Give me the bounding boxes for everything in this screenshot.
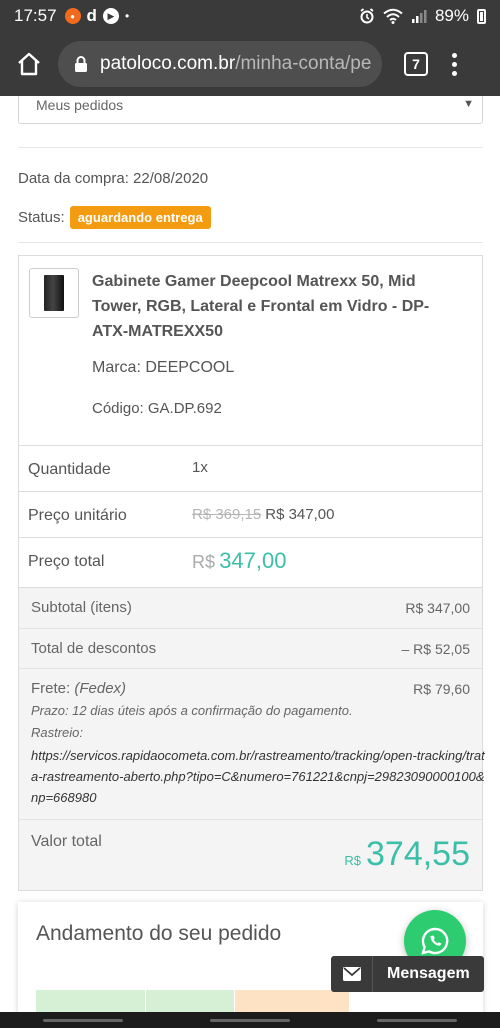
product-item: Gabinete Gamer Deepcool Matrexx 50, Mid … xyxy=(19,256,482,447)
freight-value: R$ 79,60 xyxy=(413,681,470,697)
home-button[interactable] xyxy=(0,52,58,76)
quantity-label: Quantidade xyxy=(28,461,111,478)
browser-toolbar: patoloco.com.br/minha-conta/pe 7 xyxy=(0,32,500,96)
status-bar: 17:57 ● d ▶ • 89% xyxy=(0,0,500,32)
quantity-row: Quantidade 1x xyxy=(19,445,482,491)
freight-carrier: (Fedex) xyxy=(74,680,127,697)
total-price-amount: 347,00 xyxy=(219,548,287,573)
progress-step xyxy=(146,990,235,1012)
battery-percent: 89% xyxy=(434,6,469,25)
purchase-date: Data da compra: 22/08/2020 xyxy=(18,170,209,187)
unit-price-new: R$ 347,00 xyxy=(265,506,335,523)
nav-back-button[interactable] xyxy=(376,1018,457,1022)
product-image[interactable] xyxy=(29,268,79,318)
battery-icon xyxy=(477,8,486,24)
whatsapp-icon xyxy=(421,927,449,955)
divider xyxy=(18,242,483,243)
url-host: patoloco.com.br xyxy=(100,53,236,74)
clock: 17:57 xyxy=(14,6,57,25)
status-badge: aguardando entrega xyxy=(69,206,211,229)
grand-total-label: Valor total xyxy=(31,833,102,850)
d-notification-icon: d xyxy=(86,6,97,25)
total-price-row: Preço total R$ 347,00 xyxy=(19,537,482,587)
address-bar[interactable]: patoloco.com.br/minha-conta/pe xyxy=(58,41,382,87)
discount-label: Total de descontos xyxy=(31,640,157,657)
freight-row: Frete: (Fedex) R$ 79,60 Prazo: 12 dias ú… xyxy=(19,669,485,820)
freight-label: Frete: (Fedex) xyxy=(31,680,127,697)
select-value: Meus pedidos xyxy=(36,97,124,113)
tracking-label: Rastreio: xyxy=(31,725,84,740)
unit-price-row: Preço unitário R$ 369,15 R$ 347,00 xyxy=(19,491,482,537)
message-button[interactable]: Mensagem xyxy=(331,956,484,992)
account-section-select[interactable]: Meus pedidos ▼ xyxy=(18,96,483,124)
unit-price-old: R$ 369,15 xyxy=(192,506,262,523)
order-summary: Subtotal (itens) R$ 347,00 Total de desc… xyxy=(19,587,485,890)
envelope-icon xyxy=(331,956,373,992)
page-content: Meus pedidos ▼ Data da compra: 22/08/202… xyxy=(0,96,500,1012)
more-notifications-icon: • xyxy=(124,9,130,23)
progress-steps xyxy=(36,990,464,1012)
wifi-icon xyxy=(383,8,403,24)
progress-title: Andamento do seu pedido xyxy=(36,922,282,945)
total-price-value: R$ 347,00 xyxy=(192,548,286,574)
system-nav-bar xyxy=(0,1012,500,1028)
discount-value: – R$ 52,05 xyxy=(401,641,471,657)
subtotal-value: R$ 347,00 xyxy=(405,600,470,616)
grand-total-value: R$ 374,55 xyxy=(344,835,470,874)
quantity-value: 1x xyxy=(192,459,208,476)
grand-total-currency: R$ xyxy=(344,853,361,868)
signal-icon xyxy=(411,10,427,23)
unit-price-label: Preço unitário xyxy=(28,507,127,524)
delivery-deadline: Prazo: 12 dias úteis após a confirmação … xyxy=(31,703,353,718)
alarm-icon xyxy=(360,8,374,24)
progress-step xyxy=(350,990,464,1012)
divider xyxy=(18,147,483,148)
grand-total-amount: 374,55 xyxy=(366,835,470,873)
order-details: Gabinete Gamer Deepcool Matrexx 50, Mid … xyxy=(18,255,485,891)
home-icon xyxy=(18,52,40,76)
progress-step xyxy=(36,990,146,1012)
subtotal-label: Subtotal (itens) xyxy=(31,599,132,616)
total-price-label: Preço total xyxy=(28,553,105,570)
progress-step xyxy=(235,990,350,1012)
browser-menu-button[interactable] xyxy=(452,52,457,76)
total-price-currency: R$ xyxy=(192,552,216,572)
url-path: /minha-conta/pe xyxy=(235,53,372,74)
lock-icon xyxy=(74,55,88,73)
status-label: Status: xyxy=(18,209,65,226)
product-brand: Marca: DEEPCOOL xyxy=(92,359,235,376)
nav-recents-button[interactable] xyxy=(43,1018,124,1022)
subtotal-row: Subtotal (itens) R$ 347,00 xyxy=(19,588,482,629)
product-name[interactable]: Gabinete Gamer Deepcool Matrexx 50, Mid … xyxy=(92,269,462,344)
message-label: Mensagem xyxy=(387,965,470,982)
unit-price-value: R$ 369,15 R$ 347,00 xyxy=(192,506,334,523)
app-notification-icon: ● xyxy=(64,8,81,24)
nav-home-button[interactable] xyxy=(209,1018,290,1022)
play-notification-icon: ▶ xyxy=(102,8,119,24)
tab-switcher-button[interactable]: 7 xyxy=(404,52,428,76)
order-status: Status: aguardando entrega xyxy=(18,206,211,229)
chevron-down-icon: ▼ xyxy=(463,98,474,110)
tracking-link[interactable]: https://servicos.rapidaocometa.com.br/ra… xyxy=(31,745,491,808)
product-code: Código: GA.DP.692 xyxy=(92,400,222,417)
pc-case-icon xyxy=(44,275,64,311)
discount-row: Total de descontos – R$ 52,05 xyxy=(19,629,482,669)
